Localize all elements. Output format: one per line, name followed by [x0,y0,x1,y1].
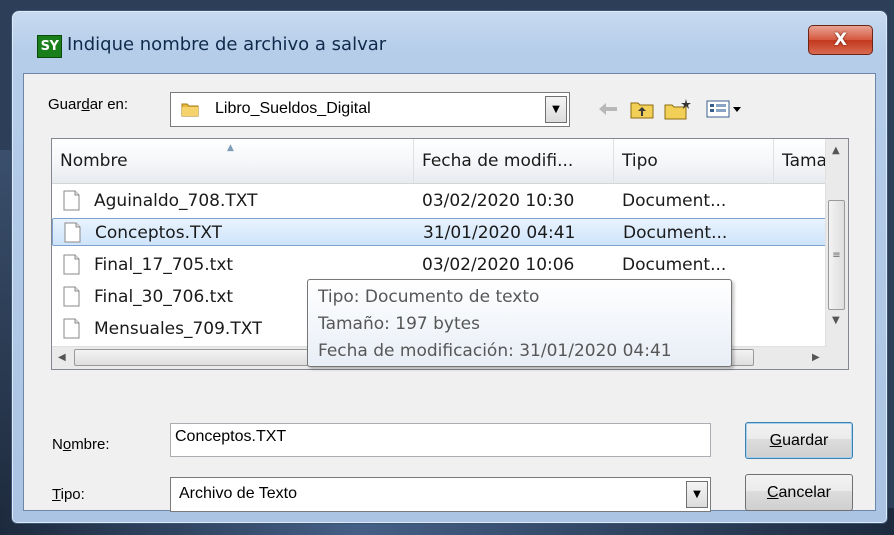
folder-icon [181,103,199,117]
scroll-left-icon[interactable]: ◀ [58,352,66,363]
file-type: Document... [623,223,728,243]
file-name: Conceptos.TXT [95,223,223,243]
new-folder-icon[interactable] [664,98,692,120]
view-menu-icon[interactable] [706,98,742,120]
save-in-label: Guardar en: [48,96,129,113]
close-button[interactable]: X [808,25,873,55]
chevron-down-icon: ▼ [552,104,560,115]
cancel-button[interactable]: Cancelar [745,474,853,511]
file-type: Document... [622,255,727,275]
file-name-label: Nombre: [52,436,110,453]
tooltip-size: Tamaño: 197 bytes [318,314,480,334]
app-icon: SY [37,35,62,58]
vertical-scroll-thumb[interactable]: ≡ [828,200,845,310]
save-in-dropdown-button[interactable]: ▼ [545,96,567,123]
column-header-date[interactable]: Fecha de modifi... [414,139,614,183]
text-file-icon [64,222,81,243]
save-button[interactable]: Guardar [745,422,853,459]
file-info-tooltip: Tipo: Documento de texto Tamaño: 197 byt… [307,279,732,367]
file-name: Aguinaldo_708.TXT [94,191,258,211]
scroll-right-icon[interactable]: ▶ [812,352,820,363]
text-file-icon [63,190,80,211]
back-arrow-icon[interactable] [597,98,619,120]
sort-ascending-icon: ▲ [227,143,234,153]
file-row[interactable]: Final_17_705.txt 03/02/2020 10:06 Docume… [52,251,828,279]
window-title: Indique nombre de archivo a salvar [67,34,387,55]
file-date: 31/01/2020 04:41 [423,223,576,243]
up-folder-icon[interactable] [630,98,654,120]
close-icon: X [833,30,848,50]
save-in-value: Libro_Sueldos_Digital [215,100,371,117]
text-file-icon [63,254,80,275]
file-list-header: Nombre ▲ Fecha de modifi... Tipo Tamañ [52,139,848,184]
file-date: 03/02/2020 10:30 [422,191,575,211]
file-type: Document... [622,191,727,211]
file-date: 03/02/2020 10:06 [422,255,575,275]
chevron-down-icon: ▼ [693,489,701,500]
vertical-scrollbar[interactable]: ▲ ≡ ▼ [825,139,848,369]
file-type-label: Tipo: [52,486,85,503]
grip-icon: ≡ [832,249,841,261]
file-type-value: Archivo de Texto [179,485,297,502]
save-dialog: SY Indique nombre de archivo a salvar X … [11,10,888,524]
title-bar[interactable]: SY Indique nombre de archivo a salvar X [12,11,887,71]
file-row[interactable]: Aguinaldo_708.TXT 03/02/2020 10:30 Docum… [52,187,828,215]
save-in-combobox[interactable]: Libro_Sueldos_Digital ▼ [170,92,570,127]
file-row-selected[interactable]: Conceptos.TXT 31/01/2020 04:41 Document.… [52,218,828,246]
file-type-dropdown-button[interactable]: ▼ [686,481,708,508]
file-type-combobox[interactable]: Archivo de Texto ▼ [170,477,711,512]
file-name-input[interactable]: Conceptos.TXT [170,423,711,457]
scroll-down-icon[interactable]: ▼ [832,315,840,326]
scroll-up-icon[interactable]: ▲ [832,145,840,156]
text-file-icon [63,318,80,339]
tooltip-type: Tipo: Documento de texto [318,287,540,307]
column-header-type[interactable]: Tipo [614,139,774,183]
file-name: Final_30_706.txt [94,287,234,307]
file-name: Final_17_705.txt [94,255,234,275]
text-file-icon [63,286,80,307]
file-name: Mensuales_709.TXT [94,319,263,339]
tooltip-modified: Fecha de modificación: 31/01/2020 04:41 [318,341,672,361]
